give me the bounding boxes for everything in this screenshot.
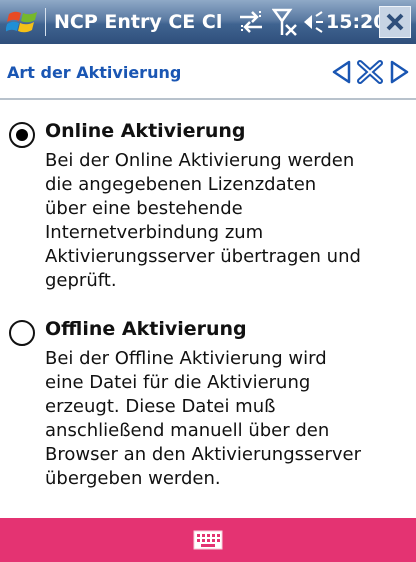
description-line: erzeugt. Diese Datei muß [45, 396, 276, 417]
description-line: anschließend manuell über den [45, 420, 330, 441]
back-arrow-icon[interactable] [331, 60, 353, 84]
volume-icon[interactable] [300, 7, 324, 37]
radio-online[interactable] [9, 122, 35, 148]
title-bar: NCP Entry CE Cl 15:20 [0, 0, 416, 44]
description-line: eine Datei für die Aktivierung [45, 372, 311, 393]
clock-time[interactable]: 15:20 [326, 0, 386, 44]
description-line: Browser an den Aktivierungsserver [45, 444, 361, 465]
option-online-title[interactable]: Online Aktivierung [45, 120, 245, 142]
cancel-icon[interactable] [357, 60, 383, 84]
close-button[interactable] [379, 6, 411, 38]
radio-offline[interactable] [9, 320, 35, 346]
description-line: Internetverbindung zum [45, 222, 264, 243]
page-title: Art der Aktivierung [7, 63, 182, 82]
description-line: Aktivierungsserver übertragen und [45, 246, 361, 267]
signal-off-icon[interactable] [272, 7, 298, 37]
description-line: Bei der Offline Aktivierung wird [45, 348, 327, 369]
keyboard-icon[interactable] [193, 530, 223, 550]
page-header: Art der Aktivierung [0, 44, 416, 100]
option-offline-title[interactable]: Offline Aktivierung [45, 318, 247, 340]
windows-logo-icon[interactable] [6, 6, 40, 38]
radio-selected-dot [16, 129, 28, 141]
connectivity-icon[interactable] [236, 7, 266, 37]
option-online-description: Bei der Online Aktivierung werden die an… [45, 149, 407, 293]
option-offline-activation[interactable]: Offline Aktivierung Bei der Offline Akti… [0, 316, 416, 500]
option-online-activation[interactable]: Online Aktivierung Bei der Online Aktivi… [0, 118, 416, 302]
description-line: Bei der Online Aktivierung werden [45, 150, 355, 171]
forward-arrow-icon[interactable] [388, 60, 410, 84]
description-line: die angegebenen Lizenzdaten [45, 174, 317, 195]
menu-bar [0, 518, 416, 562]
title-separator [45, 8, 46, 36]
option-offline-description: Bei der Offline Aktivierung wird eine Da… [45, 347, 407, 491]
close-icon [386, 13, 404, 31]
description-line: übergeben werden. [45, 468, 221, 489]
description-line: über eine bestehende [45, 198, 243, 219]
description-line: geprüft. [45, 270, 117, 291]
app-title: NCP Entry CE Cl [54, 11, 223, 33]
